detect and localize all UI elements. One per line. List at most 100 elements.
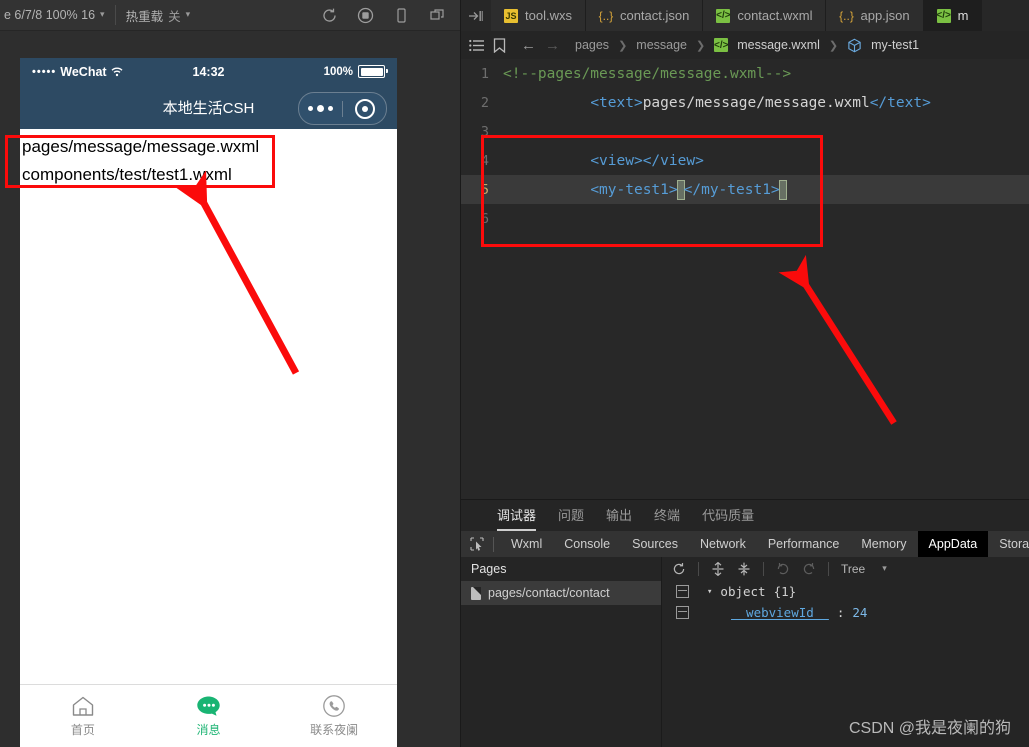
tab-contact[interactable]: 联系夜阑 (271, 685, 397, 747)
chevron-down-icon[interactable]: ▾ (882, 563, 887, 574)
view-mode-label[interactable]: Tree (841, 562, 865, 576)
devtools-tab-sources[interactable]: Sources (621, 531, 689, 557)
devtools-divider (493, 536, 494, 552)
panel-tab-output[interactable]: 输出 (606, 505, 632, 531)
panel-tab-problems[interactable]: 问题 (558, 505, 584, 531)
undo-icon[interactable] (776, 562, 790, 576)
editor-tab-label: m (957, 8, 969, 23)
more-icon[interactable] (299, 105, 342, 112)
record-icon[interactable] (356, 6, 374, 24)
inspect-element-icon[interactable] (461, 537, 493, 551)
multi-window-icon[interactable] (428, 6, 446, 24)
json-file-icon: {..} (839, 8, 854, 23)
device-selector[interactable]: e 6/7/8 100% 16 ▾ (0, 0, 115, 30)
breadcrumb-item-message[interactable]: message (636, 38, 687, 52)
appdata-key: object (720, 584, 766, 599)
panel-tab-terminal[interactable]: 终端 (654, 505, 680, 531)
code-token-close-tag: </text> (869, 94, 931, 111)
collapse-box-icon[interactable] (676, 585, 689, 598)
carrier-label: WeChat (60, 64, 107, 79)
editor-tab-tool-wxs[interactable]: JS tool.wxs (491, 0, 586, 31)
editor-tab-bar: JS tool.wxs {..} contact.json </> contac… (461, 0, 1029, 31)
editor-tab-label: app.json (860, 8, 910, 23)
chevron-down-icon: ▾ (100, 8, 105, 19)
devtools-tab-memory[interactable]: Memory (850, 531, 917, 557)
tab-label: 首页 (70, 723, 95, 737)
device-icon[interactable] (392, 6, 410, 24)
devtools-tab-storage[interactable]: Storag (988, 531, 1029, 557)
editor-tab-label: tool.wxs (525, 8, 572, 23)
js-file-icon: JS (504, 8, 518, 23)
line-number: 4 (480, 152, 489, 169)
tab-label: 联系夜阑 (310, 723, 359, 737)
tab-home[interactable]: 首页 (20, 685, 146, 747)
wechat-capsule[interactable] (298, 92, 387, 125)
refresh-icon[interactable] (320, 6, 338, 24)
editor-tab-app-json[interactable]: {..} app.json (826, 0, 924, 31)
line-number: 3 (480, 123, 489, 140)
editor-tab-contact-wxml[interactable]: </> contact.wxml (703, 0, 827, 31)
hot-reload-selector[interactable]: 热重载 关 ▾ (116, 0, 201, 30)
breadcrumb-separator: ❯ (696, 39, 706, 52)
appdata-value: 24 (852, 605, 868, 620)
tab-message[interactable]: 消息 (146, 685, 272, 747)
editor-tab-contact-json[interactable]: {..} contact.json (585, 0, 704, 31)
phone-icon (322, 694, 346, 718)
collapse-box-icon[interactable] (676, 606, 689, 619)
list-icon[interactable] (469, 39, 484, 52)
devtools-tab-performance[interactable]: Performance (757, 531, 851, 557)
breadcrumb-item-pages[interactable]: pages (575, 38, 609, 52)
close-circle-icon[interactable] (343, 98, 386, 119)
toolbar-divider (828, 562, 829, 576)
battery-percent: 100% (323, 65, 353, 78)
appdata-toolbar: Tree ▾ (662, 557, 1029, 581)
toolbar-divider (698, 562, 699, 576)
breadcrumb-separator: ❯ (828, 39, 839, 52)
phone-page-content: pages/message/message.wxml components/te… (20, 129, 397, 684)
appdata-colon: : (836, 605, 845, 620)
appdata-row-webviewid[interactable]: __webviewId__ : 24 (662, 602, 1029, 623)
code-editor[interactable]: 1 <!--pages/message/message.wxml--> 2 <t… (461, 59, 1029, 499)
breadcrumb-item-component[interactable]: my-test1 (871, 38, 919, 52)
arrow-right-icon[interactable]: → (545, 37, 560, 54)
wxml-file-icon: </> (936, 8, 951, 23)
code-token-open-tag: <my-test1> (590, 181, 678, 198)
app-root: e 6/7/8 100% 16 ▾ 热重载 关 ▾ ••••• WeChat 1… (0, 0, 1029, 747)
appdata-row-object[interactable]: ▾ object {1} (662, 581, 1029, 602)
document-icon (471, 586, 481, 600)
signal-dots-icon: ••••• (32, 65, 57, 78)
phone-status-bar: ••••• WeChat 14:32 100% (20, 58, 397, 85)
json-file-icon: {..} (598, 8, 614, 23)
devtools-tab-console[interactable]: Console (553, 531, 621, 557)
tab-overflow-icon[interactable] (461, 0, 491, 31)
panel-tab-code-quality[interactable]: 代码质量 (702, 505, 754, 531)
panel-tab-debugger[interactable]: 调试器 (497, 505, 537, 531)
devtools-tab-appdata[interactable]: AppData (917, 531, 989, 557)
expand-all-icon[interactable] (711, 562, 725, 576)
bottom-panel: 调试器 问题 输出 终端 代码质量 Wxml Console Sources N… (461, 499, 1029, 747)
devtools-tab-network[interactable]: Network (689, 531, 757, 557)
hot-reload-value: 关 (168, 9, 181, 24)
appdata-key: __webviewId__ (731, 605, 829, 620)
bookmark-icon[interactable] (493, 37, 506, 53)
collapse-all-icon[interactable] (737, 562, 751, 576)
page-list-item[interactable]: pages/contact/contact (461, 581, 661, 605)
simulator-toolbar: e 6/7/8 100% 16 ▾ 热重载 关 ▾ (0, 0, 460, 31)
toolbar-divider (763, 562, 764, 576)
code-token-body: pages/message/message.wxml (642, 94, 870, 111)
editor-tab-message-wxml[interactable]: </> m (923, 0, 983, 31)
triangle-down-icon[interactable]: ▾ (707, 587, 712, 597)
appdata-count: {1} (773, 584, 797, 599)
panel-tab-bar: 调试器 问题 输出 终端 代码质量 (461, 500, 1029, 531)
page-path-label: pages/contact/contact (488, 586, 610, 600)
text-cursor-secondary (778, 179, 787, 200)
message-bubble-icon (196, 694, 222, 718)
arrow-left-icon[interactable]: ← (521, 37, 536, 54)
redo-icon[interactable] (802, 562, 816, 576)
breadcrumb-item-file[interactable]: message.wxml (737, 38, 820, 52)
refresh-icon[interactable] (672, 562, 686, 576)
code-token-close-tag: </my-test1> (683, 181, 780, 198)
code-line: 6 (461, 204, 1029, 233)
devtools-tab-wxml[interactable]: Wxml (500, 531, 553, 557)
simulator-pane: e 6/7/8 100% 16 ▾ 热重载 关 ▾ ••••• WeChat 1… (0, 0, 460, 747)
